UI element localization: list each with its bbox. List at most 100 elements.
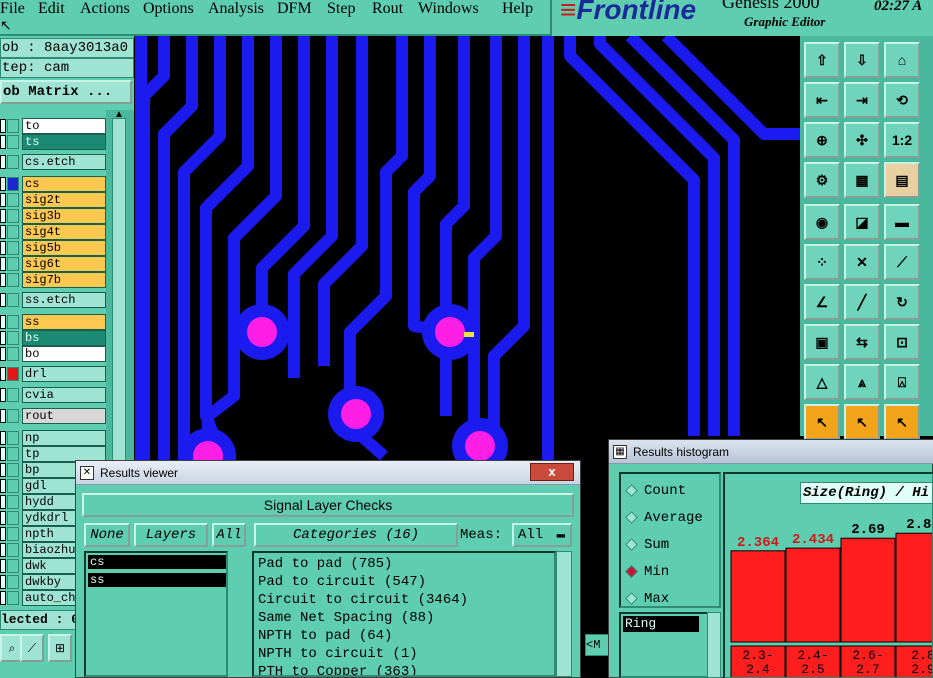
pointer-icon[interactable]: ↖ (804, 404, 840, 440)
align-icon[interactable]: ⊡ (884, 324, 920, 360)
menu-options[interactable]: Options (143, 0, 194, 18)
layer-checkbox[interactable] (0, 241, 6, 255)
layer-checkbox[interactable] (0, 193, 6, 207)
layer-name[interactable]: sig6t (22, 256, 106, 272)
layer-row[interactable]: cvia (0, 387, 106, 403)
layer-checkbox[interactable] (0, 575, 6, 589)
histogram-bar[interactable] (840, 537, 896, 643)
layer-checkbox[interactable] (0, 463, 6, 477)
layer-checkbox[interactable] (0, 409, 6, 423)
layer-list-item[interactable]: cs (88, 555, 226, 569)
add-pad-icon[interactable]: ⁘ (804, 244, 840, 280)
layer-selection-list[interactable]: cs ss (84, 551, 228, 677)
layer-checkbox[interactable] (0, 273, 6, 287)
category-item[interactable]: NPTH to pad (64) (258, 627, 392, 645)
layer-name[interactable]: bo (22, 346, 106, 362)
job-matrix-button[interactable]: ob Matrix ... (0, 80, 132, 104)
measure-field-list[interactable]: Ring (619, 612, 711, 678)
layer-row[interactable]: to (0, 118, 106, 134)
layer-row[interactable]: drl (0, 366, 106, 382)
layer-checkbox[interactable] (0, 293, 6, 307)
category-item[interactable]: Same Net Spacing (88) (258, 609, 434, 627)
layer-checkbox[interactable] (0, 331, 6, 345)
delete-icon[interactable]: ✕ (844, 244, 880, 280)
layer-checkbox[interactable] (0, 559, 6, 573)
categories-list[interactable]: Pad to pad (785) Pad to circuit (547) Circ… (252, 551, 556, 677)
scale-icon[interactable]: 1:2 (884, 122, 920, 158)
category-item[interactable]: Pad to circuit (547) (258, 573, 426, 591)
zoom-fit-icon[interactable]: ⊕ (804, 122, 840, 158)
categories-scrollbar[interactable] (556, 551, 572, 677)
field-scrollbar[interactable] (707, 612, 721, 678)
category-item[interactable]: Pad to pad (785) (258, 555, 392, 573)
measure-icon[interactable]: ⟋ (20, 634, 44, 662)
option-min[interactable]: Min (625, 563, 669, 581)
results-viewer-titlebar[interactable]: ✕ Results viewer (76, 461, 580, 485)
category-item[interactable]: NPTH to circuit (1) (258, 645, 418, 663)
layer-name[interactable]: sig5b (22, 240, 106, 256)
layer-checkbox[interactable] (0, 155, 6, 169)
menu-dfm[interactable]: DFM (277, 0, 312, 18)
layer-checkbox[interactable] (0, 225, 6, 239)
histogram-titlebar[interactable]: ▦ Results histogram (609, 440, 933, 464)
layer-checkbox[interactable] (0, 431, 6, 445)
categories-button[interactable]: Categories (16) (254, 523, 458, 547)
select-area-icon[interactable]: ◪ (844, 204, 880, 240)
layer-name[interactable]: cs (22, 176, 106, 192)
menu-help[interactable]: Help (502, 0, 533, 18)
copy-icon[interactable]: ▣ (804, 324, 840, 360)
layer-checkbox[interactable] (0, 495, 6, 509)
diagonal-icon[interactable]: ╱ (844, 284, 880, 320)
layer-row[interactable]: ss (0, 314, 106, 330)
select-pad-icon[interactable]: ◉ (804, 204, 840, 240)
layer-checkbox[interactable] (0, 388, 6, 402)
histogram-bar[interactable] (895, 532, 933, 643)
layer-row[interactable]: bs (0, 330, 106, 346)
layer-checkbox[interactable] (0, 209, 6, 223)
menu-rout[interactable]: Rout (372, 0, 403, 18)
layer-name[interactable]: drl (22, 366, 106, 382)
category-item[interactable]: Circuit to circuit (3464) (258, 591, 468, 609)
none-button[interactable]: None (84, 523, 130, 547)
close-button[interactable]: x (530, 463, 574, 481)
layer-row[interactable]: sig4t (0, 224, 106, 240)
select-pointer-icon[interactable]: ↖ (844, 404, 880, 440)
layer-name[interactable]: ss.etch (22, 292, 106, 308)
home-icon[interactable]: ⌂ (884, 42, 920, 78)
layer-checkbox[interactable] (0, 367, 6, 381)
layer-checkbox[interactable] (0, 257, 6, 271)
pan-icon[interactable]: ✣ (844, 122, 880, 158)
layer-row[interactable]: sig6t (0, 256, 106, 272)
layer-list-item[interactable]: ss (88, 573, 226, 587)
move-right-icon[interactable]: ⇥ (844, 82, 880, 118)
layer-name[interactable]: cvia (22, 387, 106, 403)
layer-name[interactable]: sig7b (22, 272, 106, 288)
layers-button[interactable]: Layers (134, 523, 208, 547)
menu-step[interactable]: Step (327, 0, 355, 18)
arc-icon[interactable]: ↻ (884, 284, 920, 320)
menu-file[interactable]: File (0, 0, 25, 18)
grid-icon[interactable]: ⊞ (48, 634, 72, 662)
option-average[interactable]: Average (625, 509, 703, 527)
pick-pointer-icon[interactable]: ↖ (884, 404, 920, 440)
layer-checkbox[interactable] (0, 591, 6, 605)
layer-checkbox[interactable] (0, 135, 6, 149)
layer-checkbox[interactable] (0, 347, 6, 361)
move-up-icon[interactable]: ⇧ (804, 42, 840, 78)
layer-name[interactable]: sig2t (22, 192, 106, 208)
measure-field-value[interactable]: Ring (623, 616, 699, 632)
layer-name[interactable]: np (22, 430, 106, 446)
layer-name[interactable]: cs.etch (22, 154, 106, 170)
move-left-icon[interactable]: ⇤ (804, 82, 840, 118)
all-layers-button[interactable]: All (212, 523, 246, 547)
move-down-icon[interactable]: ⇩ (844, 42, 880, 78)
ruler-icon[interactable]: ▬ (884, 204, 920, 240)
layer-display-icon[interactable]: ▤ (884, 162, 920, 198)
layer-name[interactable]: ts (22, 134, 106, 150)
menu-edit[interactable]: Edit (38, 0, 65, 18)
layer-checkbox[interactable] (0, 119, 6, 133)
layer-checkbox[interactable] (0, 527, 6, 541)
layer-row[interactable]: rout (0, 408, 106, 424)
option-count[interactable]: Count (625, 482, 686, 500)
layer-name[interactable]: to (22, 118, 106, 134)
